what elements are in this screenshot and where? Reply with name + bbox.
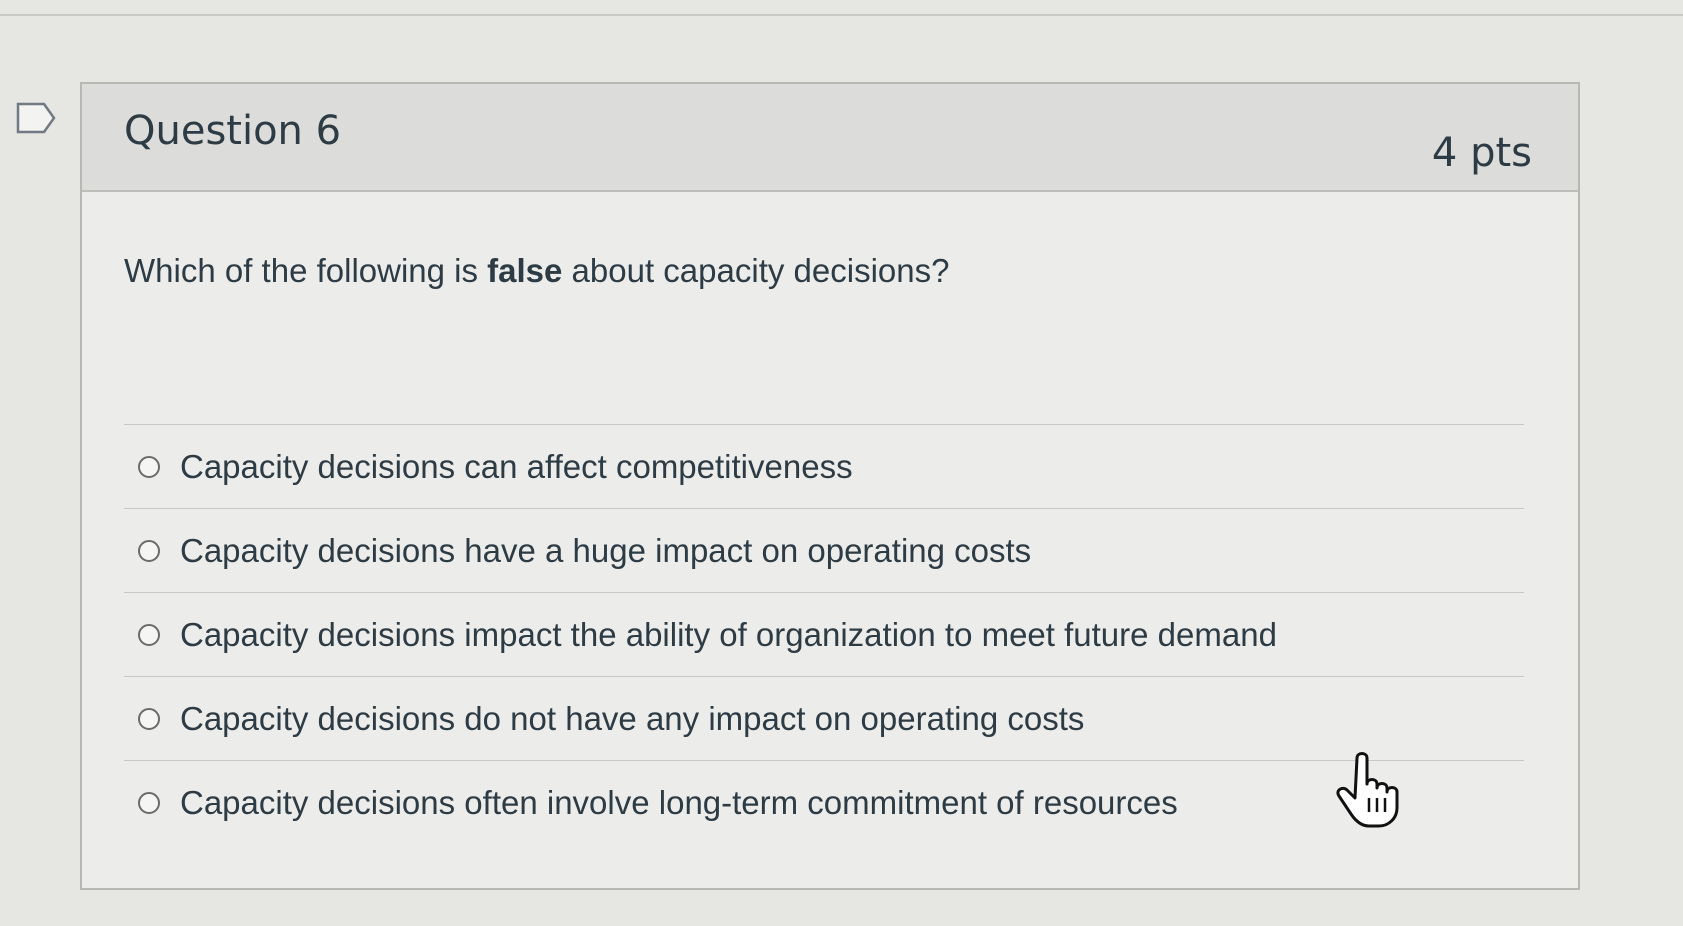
answer-label[interactable]: Capacity decisions often involve long-te… <box>180 784 1178 822</box>
question-points: 4 pts <box>1431 130 1532 176</box>
question-title: Question 6 <box>124 108 342 154</box>
radio-button[interactable] <box>138 623 160 646</box>
radio-button[interactable] <box>138 539 160 562</box>
question-header: Question 6 4 pts <box>82 84 1578 192</box>
answer-option[interactable]: Capacity decisions often involve long-te… <box>124 761 1524 844</box>
answer-label[interactable]: Capacity decisions impact the ability of… <box>180 616 1277 654</box>
radio-button[interactable] <box>138 455 160 478</box>
answer-label[interactable]: Capacity decisions have a huge impact on… <box>180 532 1031 570</box>
question-prompt: Which of the following is false about ca… <box>124 252 949 290</box>
question-prompt-start: Which of the following is <box>124 252 488 289</box>
answer-label[interactable]: Capacity decisions do not have any impac… <box>180 700 1084 738</box>
top-divider <box>0 14 1683 16</box>
answer-option[interactable]: Capacity decisions have a huge impact on… <box>124 509 1524 593</box>
question-prompt-end: about capacity decisions? <box>562 252 950 289</box>
radio-button[interactable] <box>138 707 160 730</box>
answer-option[interactable]: Capacity decisions can affect competitiv… <box>124 425 1524 509</box>
answer-list: Capacity decisions can affect competitiv… <box>124 424 1524 844</box>
answer-label[interactable]: Capacity decisions can affect competitiv… <box>180 448 853 486</box>
question-prompt-emphasis: false <box>487 252 563 289</box>
answer-option[interactable]: Capacity decisions do not have any impac… <box>124 677 1524 761</box>
flag-question-icon[interactable] <box>16 102 56 134</box>
hand-pointer-icon <box>1335 752 1403 828</box>
radio-button[interactable] <box>138 791 160 814</box>
answer-option[interactable]: Capacity decisions impact the ability of… <box>124 593 1524 677</box>
